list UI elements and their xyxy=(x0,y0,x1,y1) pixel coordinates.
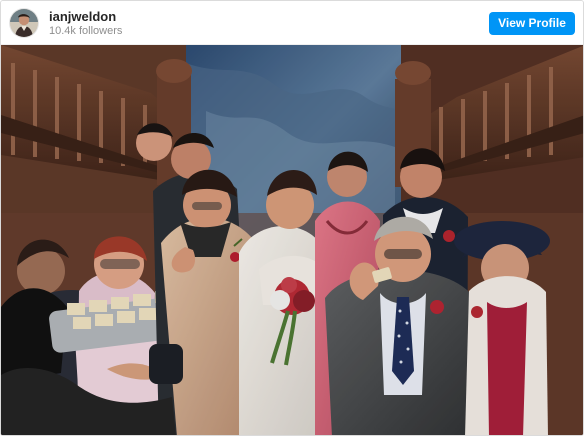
embed-header: ianjweldon 10.4k followers View Profile xyxy=(1,1,583,45)
wedding-group-photo-icon xyxy=(1,45,583,435)
followers-count: 10.4k followers xyxy=(49,25,123,37)
view-profile-button[interactable]: View Profile xyxy=(489,12,575,35)
post-photo[interactable] xyxy=(1,45,583,435)
username[interactable]: ianjweldon xyxy=(49,10,116,24)
instagram-embed: ianjweldon 10.4k followers View Profile xyxy=(0,0,584,436)
profile-avatar-icon[interactable] xyxy=(10,9,38,37)
